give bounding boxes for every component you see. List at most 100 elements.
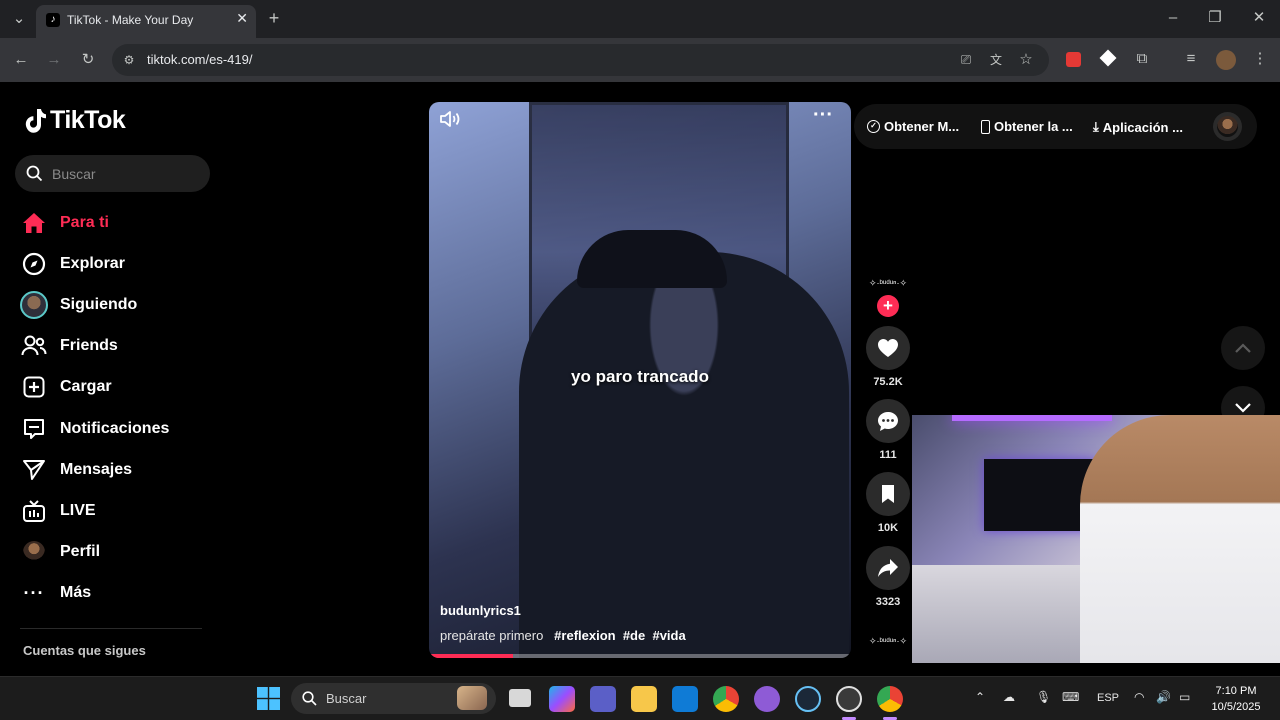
get-app-button[interactable]: Obtener la ... <box>981 119 1073 134</box>
extension-diamond-icon[interactable] <box>1099 49 1117 67</box>
profile-avatar[interactable] <box>1216 50 1236 70</box>
browser-tab[interactable]: ♪ TikTok - Make Your Day ✕ <box>36 5 256 38</box>
messenger-icon[interactable] <box>754 686 780 712</box>
phone-icon <box>981 119 990 134</box>
new-tab-button[interactable]: + <box>264 8 284 28</box>
video-more-icon[interactable]: ··· <box>813 104 833 127</box>
follow-plus-icon[interactable]: + <box>877 295 899 317</box>
sidebar-item-mensajes[interactable]: Mensajes <box>20 449 169 490</box>
hashtag-link[interactable]: #reflexion <box>554 628 615 643</box>
sidebar-item-cargar[interactable]: Cargar <box>20 367 169 408</box>
volume-icon[interactable] <box>439 109 463 129</box>
sidebar-item-live[interactable]: LIVE <box>20 490 169 531</box>
share-icon[interactable] <box>866 546 910 590</box>
search-input[interactable]: Buscar <box>15 155 210 192</box>
install-app-icon[interactable]: ⎚ <box>957 50 975 70</box>
video-person-silhouette <box>519 252 849 658</box>
tray-overflow-icon[interactable]: ⌃ <box>975 690 985 704</box>
comment-action[interactable]: 111 <box>866 399 910 461</box>
keyboard-icon[interactable]: ⌨ <box>1062 690 1079 704</box>
microphone-icon[interactable]: 🎙 <box>1036 690 1051 704</box>
extension-red-icon[interactable] <box>1066 52 1081 67</box>
windows-start-icon[interactable] <box>257 687 280 710</box>
comment-count: 111 <box>879 449 897 461</box>
translate-icon[interactable]: 文 <box>987 50 1005 70</box>
heart-icon[interactable] <box>866 326 910 370</box>
wifi-icon[interactable]: ◠ <box>1134 690 1144 704</box>
bookmark-star-icon[interactable]: ☆ <box>1017 50 1035 70</box>
close-window-button[interactable]: ✕ <box>1249 8 1269 28</box>
previous-video-button[interactable] <box>1221 326 1265 370</box>
minimize-button[interactable]: – <box>1163 8 1183 28</box>
tiktok-logo[interactable]: TikTok <box>22 106 126 135</box>
tab-close-icon[interactable]: ✕ <box>236 10 248 27</box>
vscode-icon[interactable] <box>672 686 698 712</box>
sidebar-nav: Para ti Explorar Siguiendo Friends Carga… <box>20 202 169 614</box>
chrome-menu-icon[interactable]: ⋮ <box>1250 49 1270 69</box>
sidebar-item-notificaciones[interactable]: Notificaciones <box>20 408 169 449</box>
save-action[interactable]: 10K <box>866 472 910 534</box>
avatar-icon <box>20 290 48 319</box>
more-icon: ··· <box>23 582 45 603</box>
sidebar-item-mas[interactable]: ··· Más <box>20 573 169 614</box>
share-action[interactable]: 3323 <box>866 546 910 608</box>
forward-button[interactable]: → <box>44 50 64 70</box>
creator-avatar[interactable]: ✧·ᵇᵘᵈᵘⁿ·✧ + <box>866 268 910 317</box>
address-bar[interactable]: ⚙ tiktok.com/es-419/ ⎚ 文 ☆ <box>112 44 1049 76</box>
site-info-icon[interactable]: ⚙ <box>120 50 138 70</box>
sound-disc-icon[interactable]: ✧·ᵇᵘᵈᵘⁿ·✧ <box>866 636 910 647</box>
like-action[interactable]: 75.2K <box>866 326 910 388</box>
video-caption-overlay: yo paro trancado <box>571 367 709 386</box>
search-icon <box>26 165 43 182</box>
video-player[interactable]: ··· yo paro trancado budunlyrics1 prepár… <box>429 102 851 658</box>
back-button[interactable]: ← <box>11 50 31 70</box>
taskbar-search-placeholder: Buscar <box>326 691 367 706</box>
media-controls-icon[interactable]: ≡ <box>1181 49 1201 69</box>
hashtag-link[interactable]: #de <box>623 628 645 643</box>
teams-icon[interactable] <box>590 686 616 712</box>
upload-icon <box>20 373 48 401</box>
windows-taskbar: Buscar ⌃ ☁ 🎙 ⌨ ESP ◠ 🔊 ▭ 7:10 PM 10/5/20… <box>0 676 1280 720</box>
steam-icon[interactable] <box>795 686 821 712</box>
sidebar-item-siguiendo[interactable]: Siguiendo <box>20 284 169 325</box>
friends-icon <box>20 332 48 360</box>
video-author[interactable]: budunlyrics1 <box>440 603 521 618</box>
comment-icon[interactable] <box>866 399 910 443</box>
tab-search-icon[interactable]: ⌄ <box>9 9 29 29</box>
save-count: 10K <box>877 522 899 534</box>
taskbar-search[interactable]: Buscar <box>291 683 496 714</box>
chrome-icon[interactable] <box>713 686 739 712</box>
copilot-icon[interactable] <box>549 686 575 712</box>
webcam-person <box>1080 415 1280 663</box>
battery-icon[interactable]: ▭ <box>1179 690 1190 704</box>
inbox-icon <box>20 415 48 443</box>
task-view-icon[interactable] <box>509 689 531 707</box>
video-progress-bar[interactable] <box>429 654 851 658</box>
extensions-puzzle-icon[interactable]: ⧉ <box>1132 49 1152 69</box>
user-avatar[interactable] <box>1213 112 1242 141</box>
chrome-profile-icon[interactable] <box>877 686 903 712</box>
language-indicator[interactable]: ESP <box>1097 692 1119 704</box>
compass-icon <box>20 250 48 278</box>
reload-button[interactable]: ↻ <box>78 50 98 70</box>
sidebar-item-explorar[interactable]: Explorar <box>20 243 169 284</box>
sidebar-item-friends[interactable]: Friends <box>20 326 169 367</box>
get-coins-button[interactable]: ✓ Obtener M... <box>867 119 959 134</box>
tray-app-icon[interactable]: ☁ <box>1003 690 1015 704</box>
hashtag-link[interactable]: #vida <box>652 628 685 643</box>
video-description-text: prepárate primero <box>440 628 544 643</box>
webcam-overlay <box>912 415 1280 663</box>
tiktok-page: TikTok Buscar Para ti Explorar Siguiendo <box>0 82 1280 676</box>
desktop-app-button[interactable]: ⤓ Aplicación ... <box>1093 119 1183 135</box>
bookmark-icon[interactable] <box>866 472 910 516</box>
file-explorer-icon[interactable] <box>631 686 657 712</box>
top-actions-bar: ✓ Obtener M... Obtener la ... ⤓ Aplicaci… <box>854 104 1257 149</box>
volume-tray-icon[interactable]: 🔊 <box>1156 690 1171 704</box>
taskbar-clock[interactable]: 7:10 PM 10/5/2025 <box>1206 683 1266 715</box>
sidebar-item-perfil[interactable]: Perfil <box>20 532 169 573</box>
maximize-button[interactable]: ❐ <box>1205 8 1225 28</box>
sidebar-divider <box>20 628 202 629</box>
obs-icon[interactable] <box>836 686 862 712</box>
sidebar-item-para-ti[interactable]: Para ti <box>20 202 169 243</box>
coin-icon: ✓ <box>867 120 880 133</box>
